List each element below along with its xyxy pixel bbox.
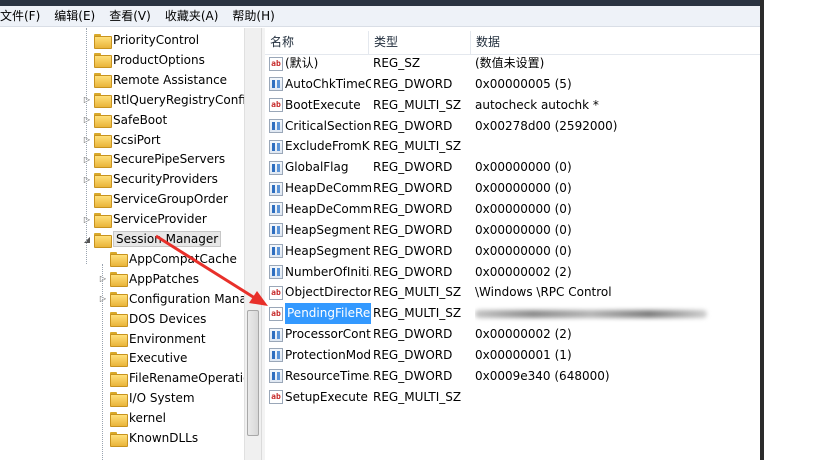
arrow-head bbox=[249, 291, 268, 306]
arrow-shaft bbox=[155, 234, 259, 302]
annotation-arrow bbox=[155, 234, 268, 306]
